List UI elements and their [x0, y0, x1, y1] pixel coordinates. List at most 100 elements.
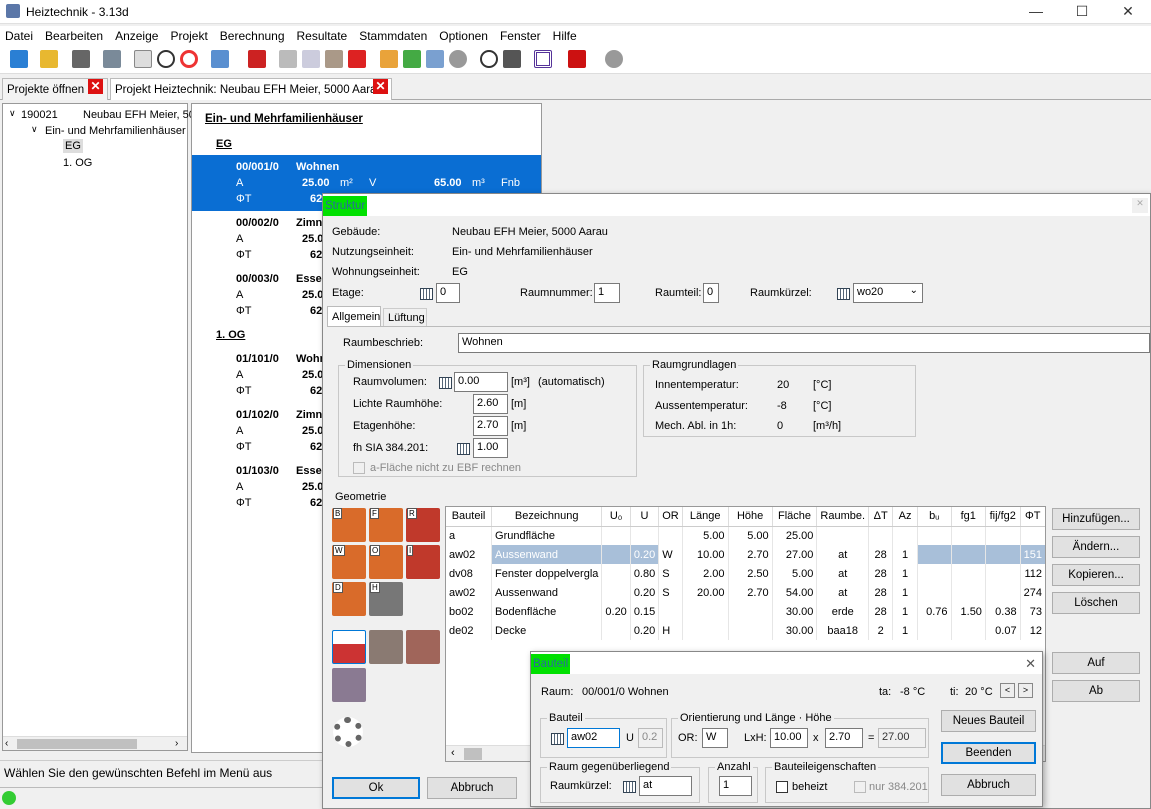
raumteil-input[interactable]: 0 — [703, 283, 719, 303]
calendar-icon[interactable] — [420, 288, 433, 300]
tab-lueftung[interactable]: Lüftung — [383, 308, 427, 326]
menu-projekt[interactable]: Projekt — [165, 26, 214, 43]
paste-icon[interactable] — [325, 50, 343, 68]
column-header[interactable]: Höhe — [728, 507, 773, 527]
tree-root-id[interactable]: 190021 — [21, 109, 58, 121]
table-row[interactable]: aw02 Aussenwand 0.20 W 10.00 2.70 27.00 at 28 1 15… — [446, 545, 1045, 564]
calendar-icon[interactable] — [457, 443, 470, 455]
column-header[interactable]: Az — [892, 507, 918, 527]
raumnummer-input[interactable]: 1 — [594, 283, 620, 303]
tab-allgemein[interactable]: Allgemein — [327, 306, 381, 326]
afl-checkbox[interactable] — [353, 462, 365, 474]
layer-purple-icon[interactable] — [332, 668, 366, 702]
raumvolumen-input[interactable]: 0.00 — [454, 372, 508, 392]
column-header[interactable]: U₀ — [601, 507, 631, 527]
raumkuerzel-input[interactable]: at — [639, 776, 692, 796]
bauteil-input[interactable]: aw02 — [567, 728, 620, 748]
expand-icon[interactable]: ∨ — [31, 124, 38, 135]
delete-box-icon[interactable] — [248, 50, 266, 68]
layer-flag-icon[interactable] — [332, 630, 366, 664]
tree-scrollbar[interactable]: ‹ › — [3, 736, 187, 750]
close-icon[interactable]: ✕ — [1132, 198, 1148, 213]
next-room-icon[interactable]: > — [1018, 683, 1033, 698]
tree-level-og[interactable]: 1. OG — [63, 157, 92, 169]
beenden-button[interactable]: Beenden — [941, 742, 1036, 764]
raumkuerzel-select[interactable]: wo20 ⌄ — [853, 283, 923, 303]
room-code[interactable]: 00/003/0 — [236, 273, 279, 285]
or-input[interactable]: W — [702, 728, 728, 748]
etage-input[interactable]: 0 — [436, 283, 460, 303]
expand-icon[interactable]: ∨ — [9, 108, 16, 119]
scroll-thumb[interactable] — [17, 739, 137, 749]
menu-optionen[interactable]: Optionen — [434, 26, 495, 43]
room-name[interactable]: Esse — [296, 273, 322, 285]
list-icon[interactable] — [211, 50, 229, 68]
layer-grey-icon[interactable] — [369, 630, 403, 664]
scroll-right-icon[interactable]: › — [175, 738, 178, 749]
calendar-icon[interactable] — [439, 377, 452, 389]
dialog-abbruch-button[interactable]: Abbruch — [941, 774, 1036, 796]
neues-bauteil-button[interactable]: Neues Bauteil — [941, 710, 1036, 732]
anzahl-input[interactable]: 1 — [719, 776, 752, 796]
copy-icon[interactable] — [302, 50, 320, 68]
gauge-icon[interactable] — [480, 50, 498, 68]
close-icon[interactable]: ✕ — [1105, 0, 1151, 24]
room-code[interactable]: 00/001/0 — [236, 161, 279, 173]
column-header[interactable]: OR — [658, 507, 683, 527]
room-name[interactable]: Zimn — [296, 409, 322, 421]
close-tab-icon[interactable]: ✕ — [373, 79, 388, 94]
language-icon[interactable] — [134, 50, 152, 68]
table-row[interactable]: dv08 Fenster doppelvergla 0.80 S 2.00 2.50 5.0… — [446, 564, 1045, 583]
laenge-input[interactable]: 10.00 — [770, 728, 808, 748]
window-icon[interactable] — [534, 50, 552, 68]
element-edit-icon[interactable] — [426, 50, 444, 68]
house-h-icon[interactable]: H — [369, 582, 403, 616]
column-header[interactable]: U — [630, 507, 660, 527]
print-icon[interactable] — [72, 50, 90, 68]
help-lifebuoy-icon[interactable] — [180, 50, 198, 68]
column-header[interactable]: bᵤ — [917, 507, 952, 527]
users-icon[interactable] — [605, 50, 623, 68]
hinzufuegen-button[interactable]: Hinzufügen... — [1052, 508, 1140, 530]
beheizt-checkbox[interactable] — [776, 781, 788, 793]
column-header[interactable]: Raumbe. — [816, 507, 870, 527]
table-row[interactable]: aw02 Aussenwand 0.20 S 20.00 2.70 54.00 at 28 1 27… — [446, 583, 1045, 602]
room-code[interactable]: 01/101/0 — [236, 353, 279, 365]
kopieren-button[interactable]: Kopieren... — [1052, 564, 1140, 586]
ok-button[interactable]: Ok — [332, 777, 420, 799]
room-name[interactable]: Zimn — [296, 217, 322, 229]
house-r-icon[interactable]: R — [406, 508, 440, 542]
maximize-icon[interactable]: ☐ — [1059, 0, 1105, 24]
tab-projekt-heiztechnik[interactable]: Projekt Heiztechnik: Neubau EFH Meier, 5… — [110, 78, 392, 100]
table-row[interactable]: a Grundfläche 5.00 5.00 25.00 — [446, 526, 1045, 545]
calculator-icon[interactable] — [103, 50, 121, 68]
menu-fenster[interactable]: Fenster — [495, 26, 548, 43]
tree-root-name[interactable]: Neubau EFH Meier, 50 — [83, 109, 195, 121]
menu-anzeige[interactable]: Anzeige — [110, 26, 165, 43]
fh-input[interactable]: 1.00 — [473, 438, 508, 458]
target-icon[interactable] — [157, 50, 175, 68]
house-i-icon[interactable]: I — [406, 545, 440, 579]
room-name[interactable]: Wohnen — [296, 161, 339, 173]
column-header[interactable]: ΦT — [1020, 507, 1045, 527]
abbruch-button[interactable]: Abbruch — [427, 777, 517, 799]
menu-berechnung[interactable]: Berechnung — [215, 26, 292, 43]
hoehe-input[interactable]: 2.70 — [825, 728, 863, 748]
menu-stammdaten[interactable]: Stammdaten — [354, 26, 434, 43]
cloud-icon[interactable] — [449, 50, 467, 68]
calendar-icon[interactable] — [837, 288, 850, 300]
prev-room-icon[interactable]: < — [1000, 683, 1015, 698]
column-header[interactable]: Bauteil — [446, 507, 493, 527]
tree-unit[interactable]: Ein- und Mehrfamilienhäuser — [45, 125, 186, 137]
remove-icon[interactable] — [348, 50, 366, 68]
scroll-left-icon[interactable]: ‹ — [451, 747, 455, 759]
element-add-icon[interactable] — [403, 50, 421, 68]
room-code[interactable]: 00/002/0 — [236, 217, 279, 229]
table-row[interactable]: bo02 Bodenfläche 0.20 0.15 30.00 erde 28 1 0.76 1… — [446, 602, 1045, 621]
etagenhoehe-input[interactable]: 2.70 — [473, 416, 508, 436]
open-folder-icon[interactable] — [40, 50, 58, 68]
column-header[interactable]: fij/fg2 — [985, 507, 1021, 527]
room-name[interactable]: Esse — [296, 465, 322, 477]
loeschen-button[interactable]: Löschen — [1052, 592, 1140, 614]
column-header[interactable]: Fläche — [772, 507, 818, 527]
